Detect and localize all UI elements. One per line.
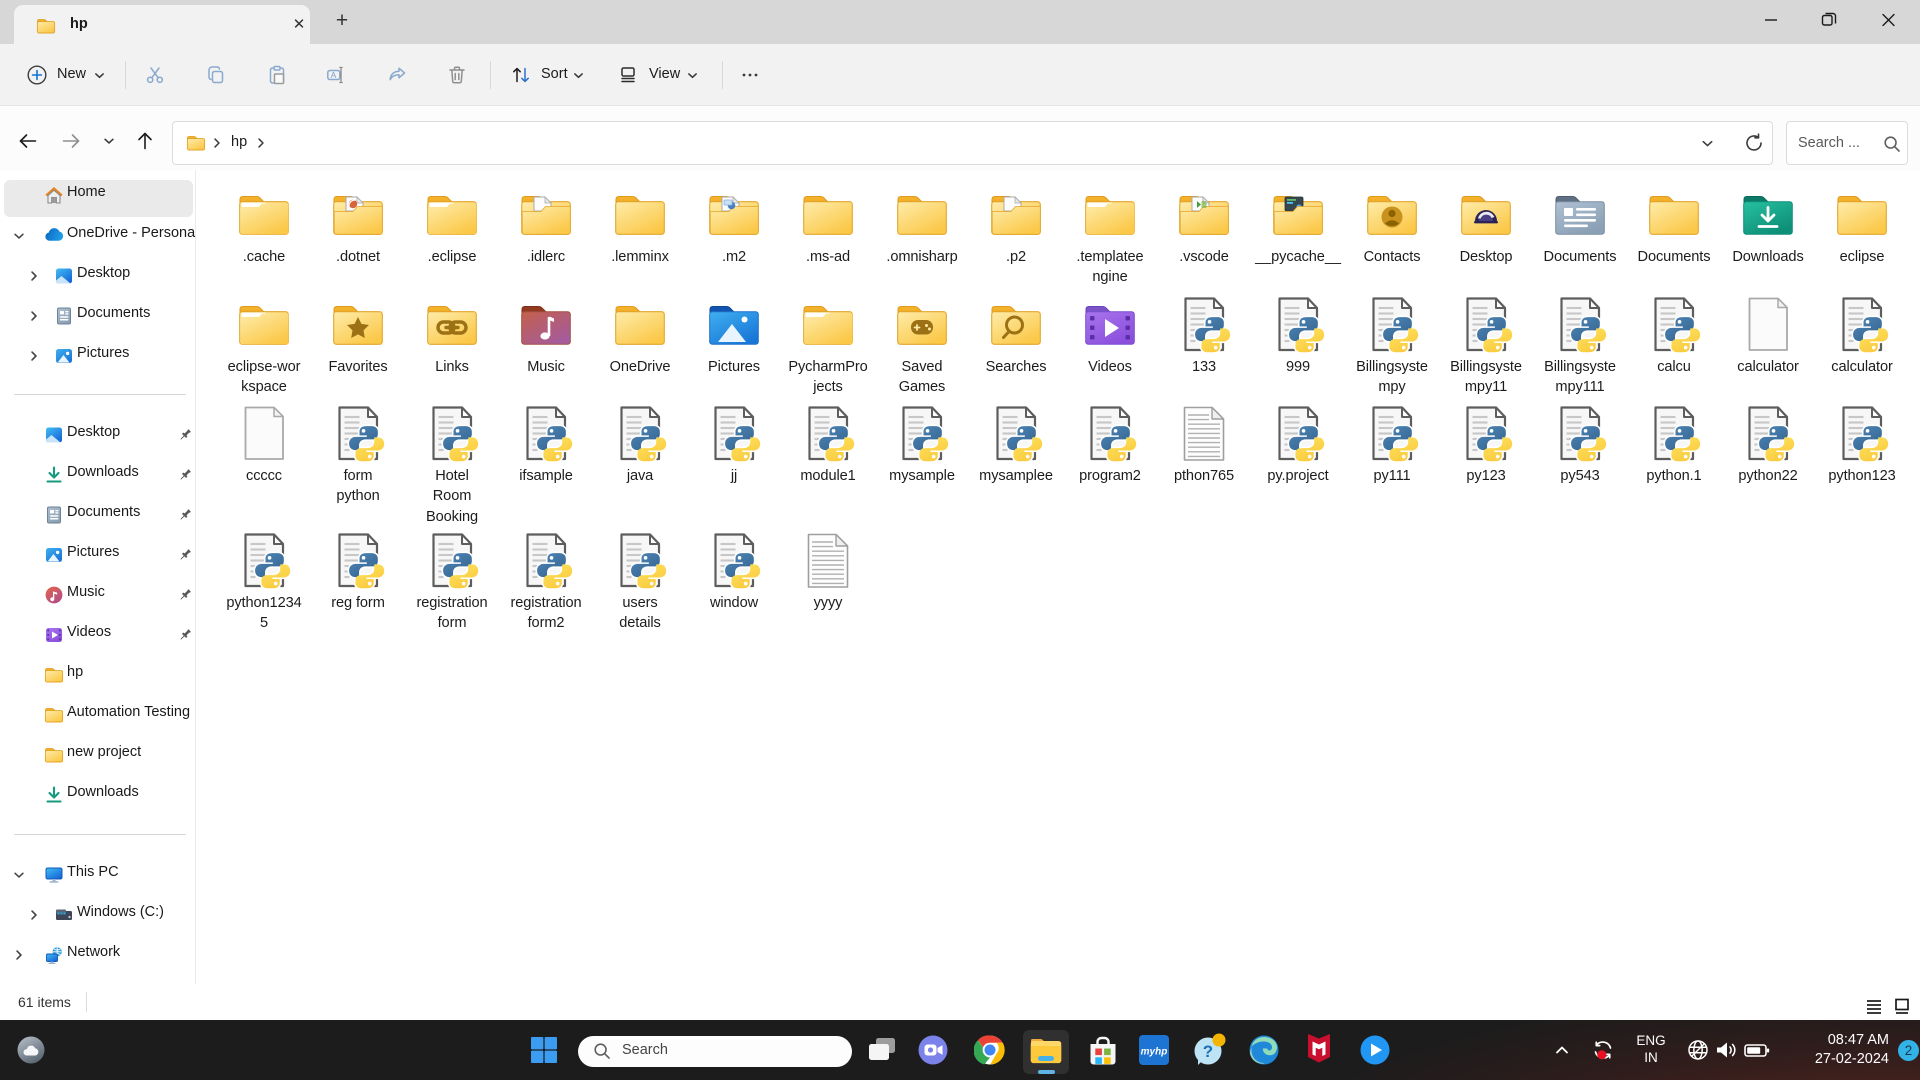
- svg-text:myhp: myhp: [1141, 1047, 1168, 1058]
- svg-text:A: A: [331, 70, 337, 80]
- svg-text:?: ?: [1203, 1042, 1213, 1061]
